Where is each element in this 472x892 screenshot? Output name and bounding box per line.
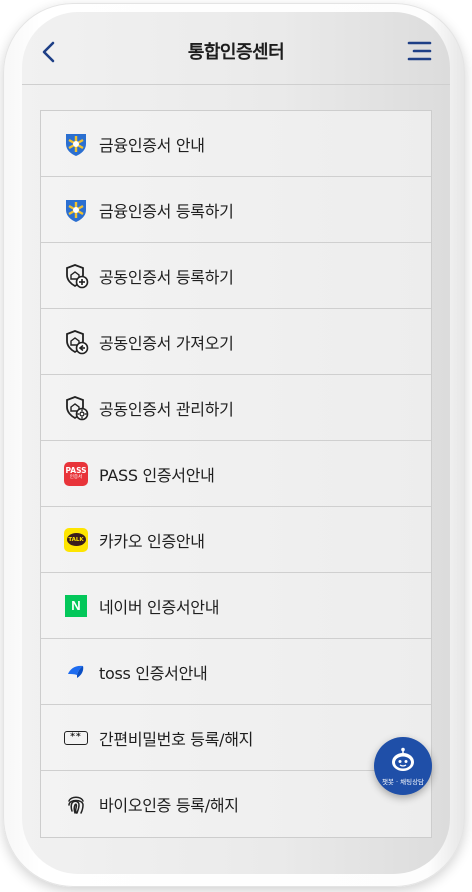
menu-item-financial-cert-guide[interactable]: 금융인증서 안내: [41, 111, 431, 177]
auth-menu-list: 금융인증서 안내 금융인증서 등록하기 공동인증서 등록하기 공동인증서 가져오…: [40, 110, 432, 838]
page-title: 통합인증센터: [187, 42, 285, 63]
menu-item-label: 공동인증서 등록하기: [99, 267, 234, 287]
chatbot-button[interactable]: 챗봇 · 채팅상담: [374, 737, 432, 795]
hamburger-menu-icon: [407, 41, 432, 61]
app-screen: 통합인증센터 금융인증서 안내 금융인증서 등록하기 공동인증서 등록하기 공동…: [22, 12, 450, 874]
menu-item-joint-cert-import[interactable]: 공동인증서 가져오기: [41, 309, 431, 375]
menu-item-label: 공동인증서 가져오기: [99, 333, 234, 353]
financial-cert-icon: [63, 131, 89, 157]
menu-item-label: toss 인증서안내: [99, 663, 208, 683]
menu-item-biometric[interactable]: 바이오인증 등록/해지: [41, 771, 431, 837]
menu-item-label: 네이버 인증서안내: [99, 597, 220, 617]
pin-password-icon: **: [63, 725, 89, 751]
menu-item-financial-cert-register[interactable]: 금융인증서 등록하기: [41, 177, 431, 243]
menu-item-joint-cert-manage[interactable]: 공동인증서 관리하기: [41, 375, 431, 441]
naver-logo-icon: N: [63, 593, 89, 619]
pass-logo-icon: PASS 인증서: [63, 461, 89, 487]
menu-button[interactable]: [406, 40, 432, 62]
menu-item-label: 공동인증서 관리하기: [99, 399, 234, 419]
menu-item-simple-password[interactable]: ** 간편비밀번호 등록/해지: [41, 705, 431, 771]
kakao-talk-icon: TALK: [63, 527, 89, 553]
shield-import-icon: [63, 329, 89, 355]
chatbot-label: 챗봇 · 채팅상담: [381, 777, 425, 786]
menu-item-pass-cert[interactable]: PASS 인증서 PASS 인증서안내: [41, 441, 431, 507]
menu-item-label: PASS 인증서안내: [99, 465, 215, 485]
menu-item-kakao-cert[interactable]: TALK 카카오 인증안내: [41, 507, 431, 573]
shield-plus-icon: [63, 263, 89, 289]
fingerprint-icon: [63, 791, 89, 817]
menu-item-label: 금융인증서 등록하기: [99, 201, 234, 221]
toss-logo-icon: [63, 659, 89, 685]
menu-item-label: 바이오인증 등록/해지: [99, 796, 239, 815]
menu-item-label: 간편비밀번호 등록/해지: [99, 729, 254, 749]
menu-item-joint-cert-register[interactable]: 공동인증서 등록하기: [41, 243, 431, 309]
menu-item-label: 금융인증서 안내: [99, 135, 205, 155]
shield-gear-icon: [63, 395, 89, 421]
menu-item-toss-cert[interactable]: toss 인증서안내: [41, 639, 431, 705]
menu-item-naver-cert[interactable]: N 네이버 인증서안내: [41, 573, 431, 639]
menu-item-label: 카카오 인증안내: [99, 531, 205, 551]
robot-icon: [392, 747, 414, 771]
financial-cert-icon: [63, 197, 89, 223]
app-header: 통합인증센터: [22, 12, 450, 85]
